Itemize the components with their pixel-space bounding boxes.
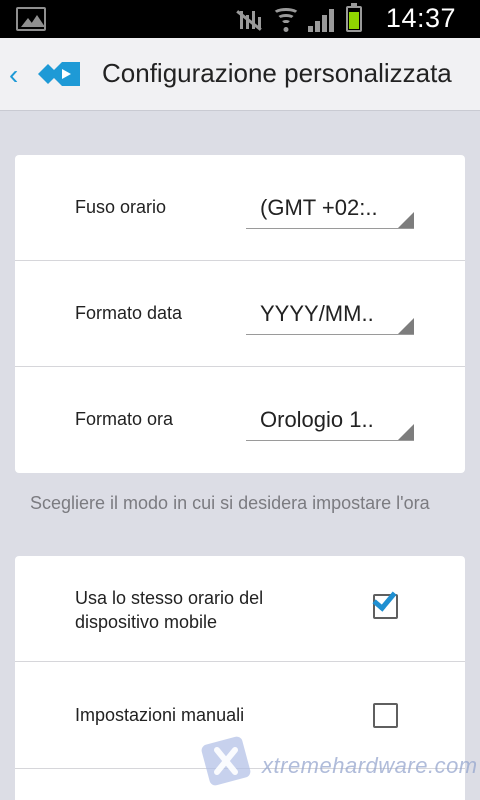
timezone-label: Fuso orario (75, 197, 167, 217)
dropdown-arrow-icon (398, 318, 414, 334)
timezone-row: Fuso orario (GMT +02:.. (15, 155, 465, 261)
time-format-row: Formato ora Orologio 1.. (15, 367, 465, 473)
date-format-dropdown[interactable]: YYYY/MM.. (246, 299, 414, 335)
dropdown-arrow-icon (398, 212, 414, 228)
section-note: Scegliere il modo in cui si desidera imp… (30, 493, 430, 513)
signal-icon (308, 8, 334, 32)
wifi-icon (272, 8, 300, 32)
time-format-dropdown[interactable]: Orologio 1.. (246, 405, 414, 441)
time-format-card: Fuso orario (GMT +02:.. Formato data YYY… (15, 155, 465, 473)
action-bar: ‹ Configurazione personalizzata (0, 38, 480, 111)
date-format-value: YYYY/MM.. (260, 301, 374, 326)
back-chevron-icon[interactable]: ‹ (9, 61, 27, 89)
app-logo-icon[interactable] (38, 60, 82, 88)
use-device-time-label: Usa lo stesso orario del dispositivo mob… (75, 588, 264, 632)
clock: 14:37 (385, 3, 456, 33)
time-format-label: Formato ora (75, 409, 174, 429)
dropdown-arrow-icon (398, 424, 414, 440)
watermark-text: xtremehardware.com (262, 753, 478, 778)
checkmark-icon (372, 586, 397, 612)
date-format-row: Formato data YYYY/MM.. (15, 261, 465, 367)
page-title: Configurazione personalizzata (102, 58, 452, 88)
battery-icon (346, 3, 362, 32)
gallery-icon (16, 7, 46, 31)
use-device-time-checkbox[interactable] (372, 586, 398, 619)
timezone-dropdown[interactable]: (GMT +02:.. (246, 193, 414, 229)
use-device-time-row[interactable]: Usa lo stesso orario del dispositivo mob… (15, 556, 465, 662)
manual-settings-checkbox[interactable] (373, 703, 398, 728)
date-format-label: Formato data (75, 303, 183, 323)
time-format-value: Orologio 1.. (260, 407, 374, 432)
mute-icon (234, 8, 264, 32)
timezone-value: (GMT +02:.. (260, 195, 378, 220)
manual-settings-label: Impostazioni manuali (75, 705, 245, 725)
status-bar: 14:37 (0, 0, 480, 38)
watermark-logo-icon (201, 736, 251, 786)
